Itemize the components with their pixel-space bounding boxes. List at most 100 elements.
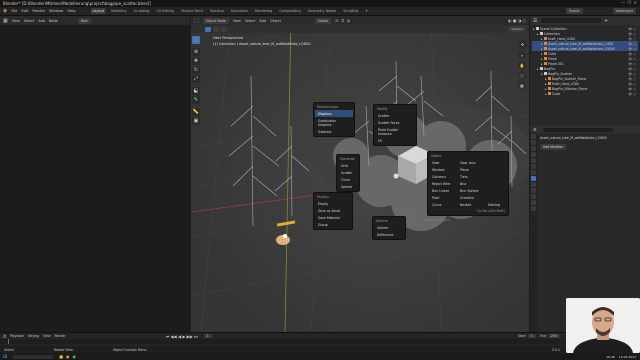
pivot-icon[interactable]: ⊙ bbox=[335, 18, 338, 23]
expand-arrow-icon[interactable]: ▸ bbox=[533, 27, 535, 31]
vp-menu-select[interactable]: Select bbox=[245, 19, 255, 23]
menu-render[interactable]: Render bbox=[32, 9, 45, 13]
pie-item[interactable]: Blur Sphere bbox=[457, 187, 485, 194]
view-layer-tab-icon[interactable] bbox=[531, 152, 536, 157]
expand-arrow-icon[interactable]: ▸ bbox=[541, 72, 543, 76]
vp-menu-add[interactable]: Add bbox=[259, 19, 266, 23]
expand-arrow-icon[interactable]: ▸ bbox=[541, 52, 543, 56]
visibility-toggle-icon[interactable]: 👁 ▢ bbox=[628, 77, 636, 81]
proportional-edit-icon[interactable]: ◎ bbox=[347, 18, 351, 23]
expand-arrow-icon[interactable]: ▸ bbox=[541, 37, 543, 41]
left-menu-view[interactable]: View bbox=[12, 19, 20, 23]
select-box-icon[interactable] bbox=[205, 26, 211, 32]
measure-tool-icon[interactable]: 📏 bbox=[192, 108, 200, 116]
filter-icon[interactable]: ⏷ bbox=[604, 18, 607, 23]
tab-shading[interactable]: Shading bbox=[208, 8, 226, 14]
particles-tab-icon[interactable] bbox=[531, 182, 536, 187]
tab-uv-editing[interactable]: UV Editing bbox=[154, 8, 176, 14]
vp-menu-view[interactable]: View bbox=[233, 19, 241, 23]
pie-item[interactable]: Sphere bbox=[338, 183, 358, 190]
pie-item[interactable]: Gradient bbox=[457, 194, 485, 201]
scene-tab-icon[interactable] bbox=[531, 158, 536, 163]
expand-arrow-icon[interactable]: ▸ bbox=[541, 47, 543, 51]
camera-icon[interactable]: 🎥 bbox=[518, 71, 526, 79]
pie-item[interactable]: Grid bbox=[338, 162, 358, 169]
timeline-icon[interactable]: ⏱ bbox=[3, 334, 6, 339]
constraints-tab-icon[interactable] bbox=[531, 194, 536, 199]
data-tab-icon[interactable] bbox=[531, 200, 536, 205]
pie-item[interactable]: Point Scatter Instance bbox=[375, 126, 415, 137]
expand-arrow-icon[interactable]: ▸ bbox=[541, 42, 543, 46]
pie-item[interactable]: Dotting bbox=[485, 201, 507, 208]
expand-arrow-icon[interactable]: ▸ bbox=[537, 32, 539, 36]
expand-arrow-icon[interactable]: ▸ bbox=[545, 82, 547, 86]
visibility-toggle-icon[interactable]: 👁 ▢ bbox=[628, 27, 636, 31]
add-workspace-button[interactable]: + bbox=[363, 8, 370, 14]
modifier-tab-icon[interactable] bbox=[531, 176, 536, 181]
tab-compositing[interactable]: Compositing bbox=[277, 8, 302, 14]
visibility-toggle-icon[interactable]: 👁 ▢ bbox=[628, 82, 636, 86]
pie-item[interactable]: Sphere bbox=[374, 224, 404, 231]
end-frame[interactable]: 250 bbox=[547, 334, 560, 338]
menu-window[interactable]: Window bbox=[49, 9, 63, 13]
menu-help[interactable]: Help bbox=[67, 9, 75, 13]
pie-item[interactable]: Blur bbox=[457, 180, 485, 187]
tab-layout[interactable]: Layout bbox=[90, 8, 107, 14]
pie-item[interactable]: Displace bbox=[315, 110, 353, 117]
pie-item[interactable]: Curve bbox=[429, 201, 457, 208]
pie-item[interactable]: Save as Asset bbox=[315, 207, 351, 214]
window-controls[interactable]: — ❐ ✕ bbox=[621, 0, 637, 5]
timeline-menu-playback[interactable]: Playback bbox=[10, 334, 24, 338]
select-mode-icon[interactable] bbox=[213, 26, 219, 32]
visibility-toggle-icon[interactable]: 👁 ▢ bbox=[628, 42, 636, 46]
current-frame[interactable]: 1 bbox=[203, 334, 212, 338]
editor-type-icon[interactable]: ⬚ bbox=[194, 18, 199, 24]
timeline-menu-marker[interactable]: Marker bbox=[55, 334, 66, 338]
outliner-icon[interactable]: ☰ bbox=[533, 18, 537, 24]
timeline-track[interactable] bbox=[0, 339, 640, 344]
visibility-toggle-icon[interactable]: 👁 ▢ bbox=[628, 62, 636, 66]
new-button[interactable]: New bbox=[77, 17, 91, 24]
visibility-toggle-icon[interactable]: 👁 ▢ bbox=[628, 32, 636, 36]
visibility-toggle-icon[interactable]: 👁 ▢ bbox=[628, 37, 636, 41]
pie-item[interactable]: Circle bbox=[338, 176, 358, 183]
timeline-menu-view[interactable]: View bbox=[43, 334, 51, 338]
tab-texture-paint[interactable]: Texture Paint bbox=[179, 8, 205, 14]
pie-item[interactable]: Window bbox=[429, 166, 457, 173]
render-tab-icon[interactable] bbox=[531, 140, 536, 145]
select-tool-icon[interactable]: ⬚ bbox=[192, 36, 200, 44]
outliner-row[interactable]: ▸ Cube 👁 ▢ bbox=[532, 91, 638, 96]
zoom-icon[interactable]: ⌕ bbox=[518, 51, 526, 59]
visibility-toggle-icon[interactable]: 👁 ▢ bbox=[628, 87, 636, 91]
world-tab-icon[interactable] bbox=[531, 164, 536, 169]
expand-arrow-icon[interactable]: ▸ bbox=[541, 62, 543, 66]
tab-sculpting[interactable]: Sculpting bbox=[132, 8, 152, 14]
pie-item[interactable]: Plane bbox=[457, 166, 485, 173]
pie-item[interactable]: Tiers bbox=[457, 173, 485, 180]
expand-arrow-icon[interactable]: ▸ bbox=[545, 87, 547, 91]
pie-item[interactable]: Fit bbox=[375, 137, 415, 144]
pie-item[interactable]: Scatter Faces bbox=[375, 119, 415, 126]
3d-viewport[interactable]: ⬚ Object Mode View Select Add Object Glo… bbox=[191, 16, 529, 332]
visibility-toggle-icon[interactable]: 👁 ▢ bbox=[628, 72, 636, 76]
expand-arrow-icon[interactable]: ▸ bbox=[545, 77, 547, 81]
add-cube-tool-icon[interactable]: ▣ bbox=[192, 117, 200, 125]
physics-tab-icon[interactable] bbox=[531, 188, 536, 193]
vp-menu-object[interactable]: Object bbox=[270, 19, 281, 23]
visibility-toggle-icon[interactable]: 👁 ▢ bbox=[628, 57, 636, 61]
visibility-toggle-icon[interactable]: 👁 ▢ bbox=[628, 67, 636, 71]
perspective-icon[interactable]: ▦ bbox=[518, 81, 526, 89]
pie-item[interactable]: Subdivision Displace bbox=[315, 117, 353, 128]
blender-logo-icon[interactable]: ◉ bbox=[3, 8, 7, 14]
pie-item[interactable]: Nested bbox=[457, 201, 485, 208]
blender-taskbar-icon[interactable]: ● bbox=[66, 354, 70, 359]
menu-file[interactable]: File bbox=[11, 9, 17, 13]
visibility-toggle-icon[interactable]: 👁 ▢ bbox=[628, 47, 636, 51]
pie-item[interactable]: Difference bbox=[374, 231, 404, 238]
tool-tab-icon[interactable] bbox=[531, 134, 536, 139]
expand-arrow-icon[interactable]: ▸ bbox=[541, 57, 543, 61]
properties-icon[interactable]: ⚙ bbox=[533, 127, 537, 132]
start-frame[interactable]: 1 bbox=[527, 334, 536, 338]
expand-arrow-icon[interactable]: ▸ bbox=[545, 92, 547, 96]
windows-start-icon[interactable]: ⊞ bbox=[3, 354, 7, 360]
